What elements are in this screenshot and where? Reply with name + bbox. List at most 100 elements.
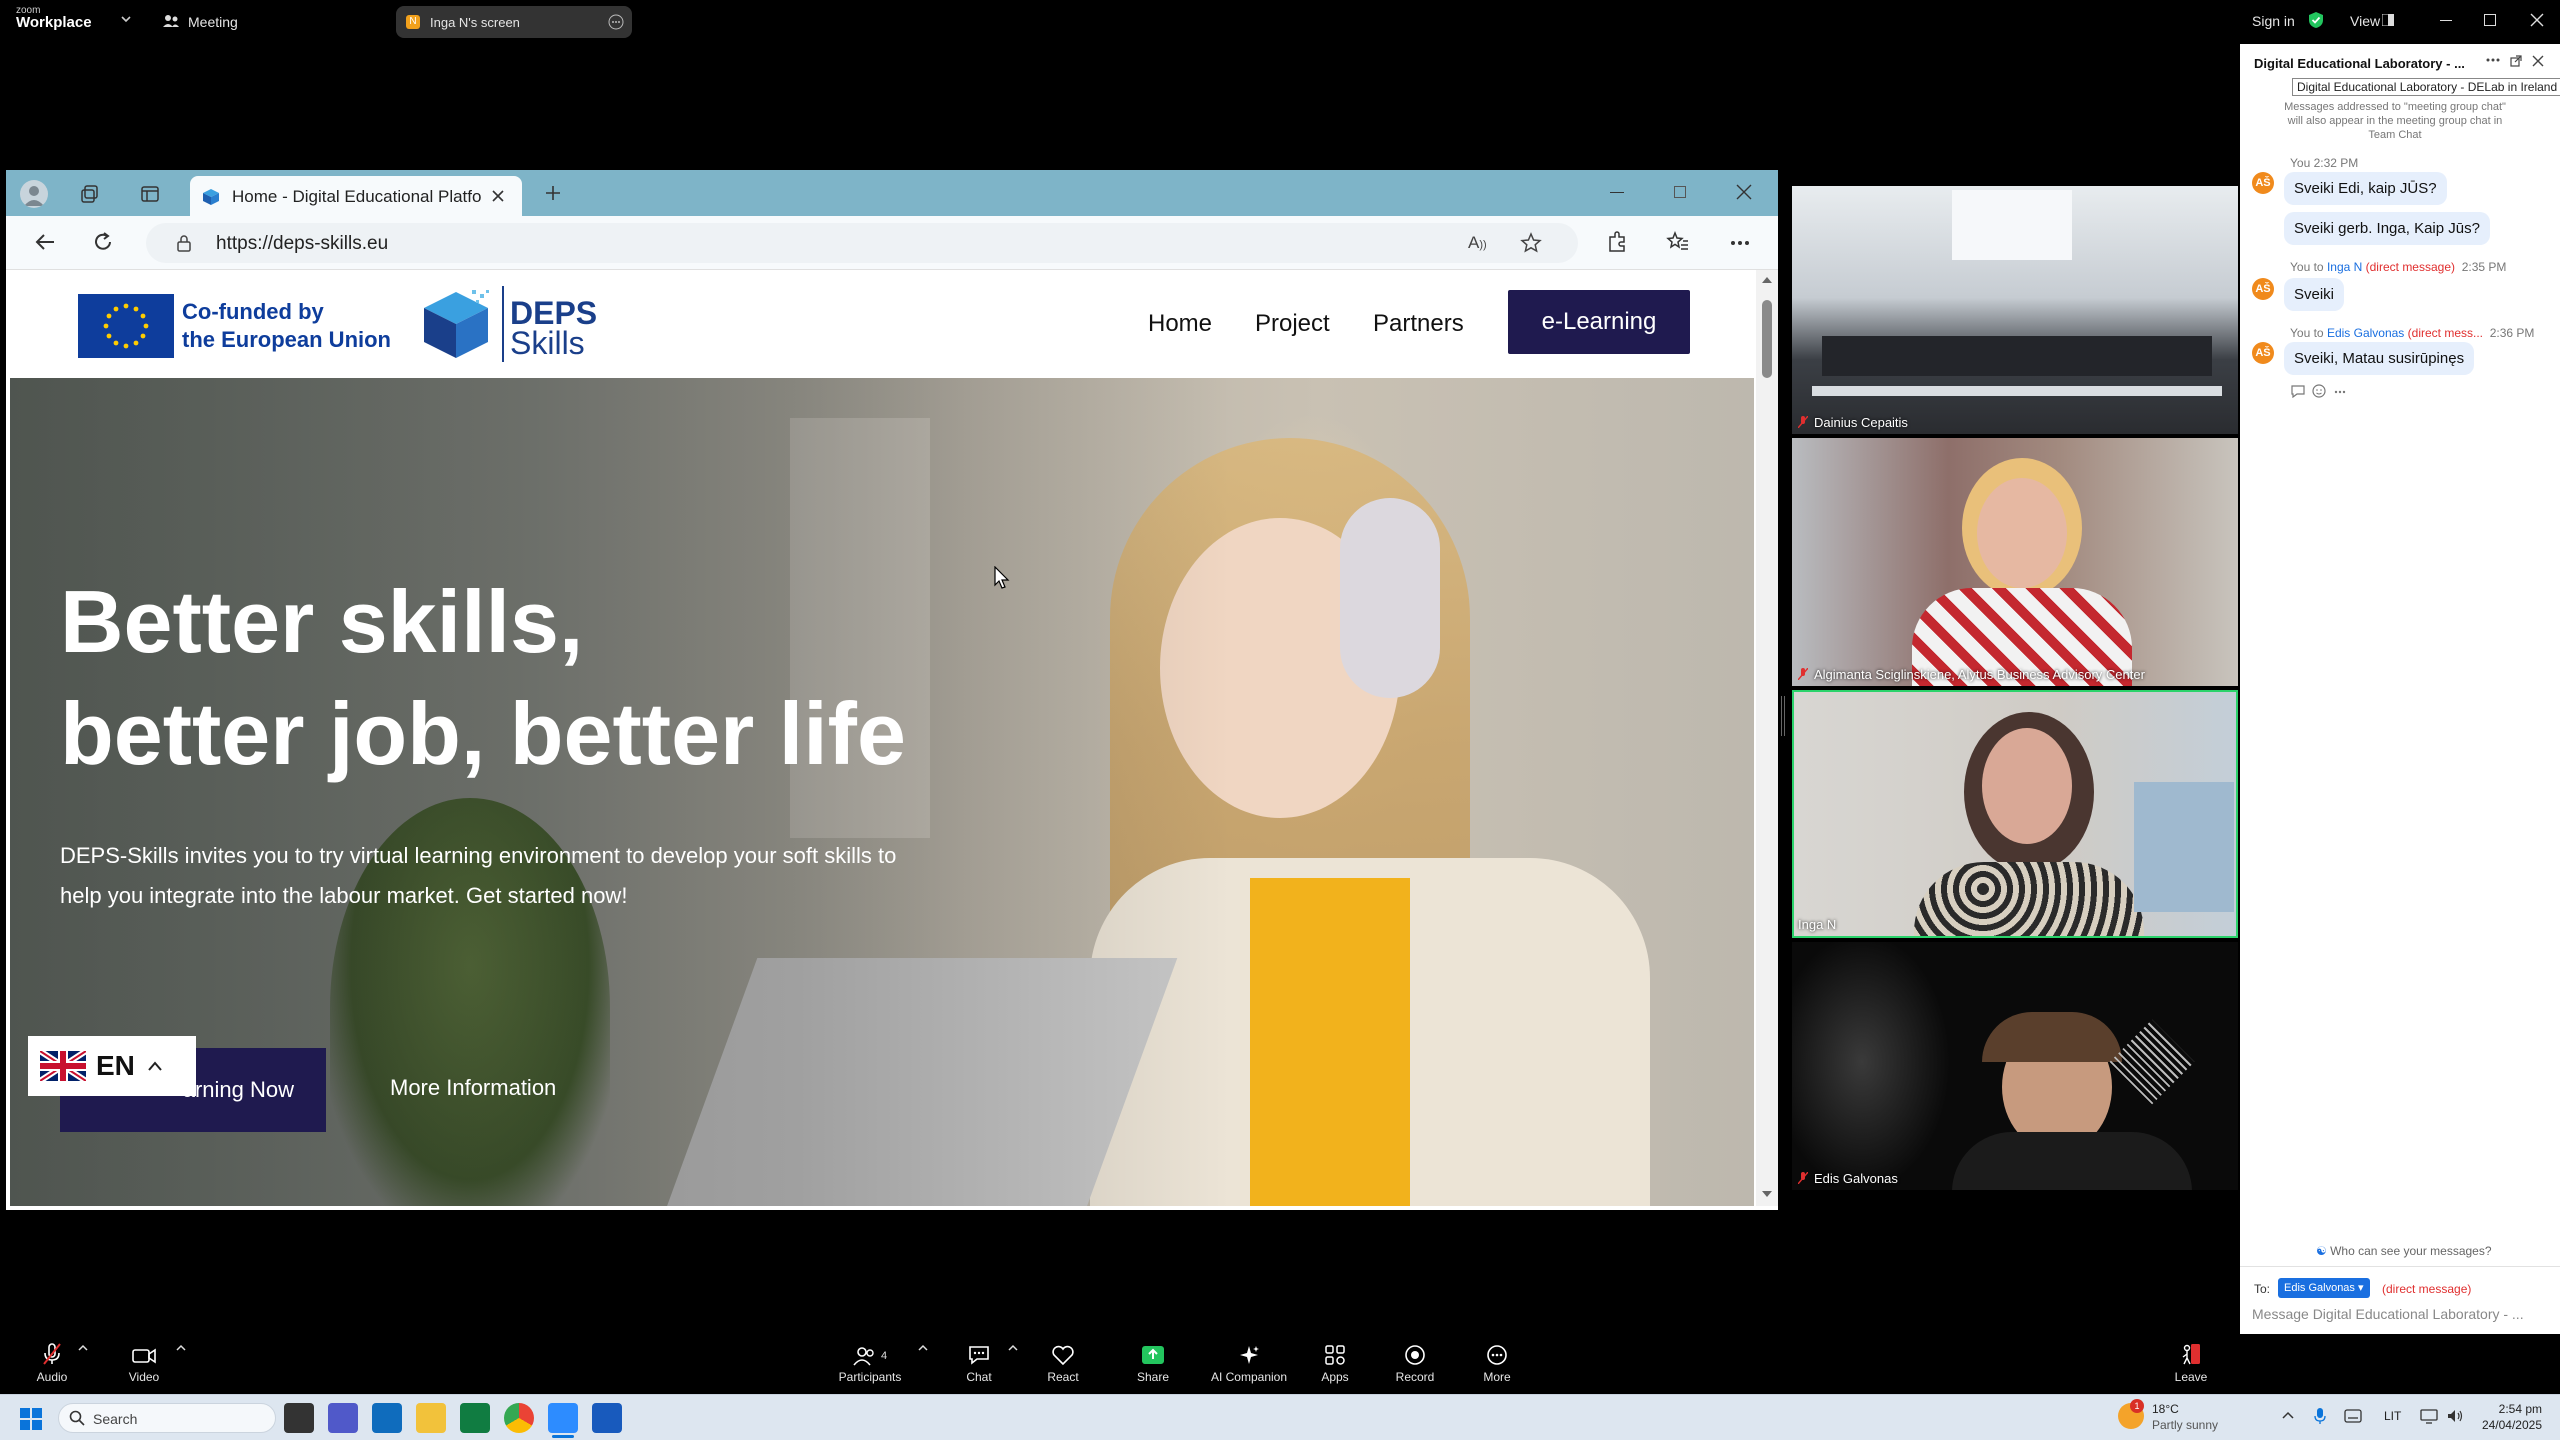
more-button[interactable]: More	[1447, 1334, 1547, 1388]
chat-message[interactable]: Sveiki Edi, kaip JŪS?	[2284, 172, 2447, 205]
excel-icon[interactable]	[460, 1403, 490, 1433]
windows-start-icon[interactable]	[20, 1408, 42, 1430]
address-bar[interactable]: https://deps-skills.eu A))	[146, 223, 1578, 263]
browser-close-icon[interactable]	[1736, 184, 1752, 200]
video-tile-dainius[interactable]: Dainius Cepaitis	[1792, 186, 2238, 434]
message-more-icon[interactable]	[2334, 390, 2346, 394]
zoom-icon[interactable]	[548, 1403, 578, 1433]
reply-icon[interactable]	[2290, 384, 2306, 398]
tab-home[interactable]: Home - Digital Educational Platfo	[190, 176, 522, 216]
scroll-thumb[interactable]	[1762, 300, 1772, 378]
tab-actions-icon[interactable]	[140, 184, 160, 204]
meeting-toolbar: Audio Video 4 Participants Chat React Sh…	[0, 1334, 2560, 1388]
microphone-icon[interactable]	[2314, 1407, 2326, 1425]
workspaces-icon[interactable]	[80, 184, 100, 204]
chat-message[interactable]: Sveiki	[2284, 278, 2345, 311]
close-tab-icon[interactable]	[492, 190, 504, 202]
restore-icon[interactable]	[2484, 14, 2496, 26]
emoji-react-icon[interactable]	[2312, 384, 2326, 398]
video-tile-inga-active-speaker[interactable]: Inga N	[1792, 690, 2238, 938]
teams-icon[interactable]	[328, 1403, 358, 1433]
more-information-link[interactable]: More Information	[390, 1075, 556, 1101]
outlook-icon[interactable]	[372, 1403, 402, 1433]
input-language[interactable]: LIT	[2384, 1409, 2401, 1423]
participants-button[interactable]: 4 Participants	[820, 1334, 920, 1388]
leave-button[interactable]: Leave	[2141, 1334, 2241, 1388]
scroll-up-icon[interactable]	[1761, 276, 1773, 284]
weather-temp: 18°C	[2152, 1402, 2179, 1416]
volume-icon[interactable]	[2446, 1408, 2464, 1424]
shield-check-icon[interactable]	[2308, 11, 2324, 29]
scroll-down-icon[interactable]	[1761, 1190, 1773, 1198]
minimize-icon[interactable]	[2440, 20, 2452, 21]
meta-recipient[interactable]: Edis Galvonas	[2327, 326, 2404, 340]
chat-more-icon[interactable]	[2486, 58, 2500, 62]
message-meta: You to Edis Galvonas (direct mess... 2:3…	[2290, 326, 2534, 340]
chat-message-input[interactable]: Message Digital Educational Laboratory -…	[2252, 1306, 2552, 1332]
keyboard-icon[interactable]	[2344, 1409, 2362, 1423]
panel-resize-handle[interactable]	[1780, 696, 1786, 736]
nav-home[interactable]: Home	[1148, 310, 1212, 338]
nav-partners[interactable]: Partners	[1373, 310, 1464, 338]
ai-companion-button[interactable]: AI Companion	[1199, 1334, 1299, 1388]
sign-in-link[interactable]: Sign in	[2252, 13, 2295, 29]
meta-recipient[interactable]: Inga N	[2327, 260, 2362, 274]
chat-title[interactable]: Digital Educational Laboratory - ...	[2254, 56, 2465, 71]
audio-button[interactable]: Audio	[2, 1334, 102, 1388]
close-chat-icon[interactable]	[2532, 55, 2544, 67]
chat-message[interactable]: Sveiki, Matau susirūpinęs	[2284, 342, 2475, 375]
react-button[interactable]: React	[1013, 1334, 1113, 1388]
reload-icon[interactable]	[92, 231, 114, 253]
screen-share-indicator[interactable]: N Inga N's screen	[396, 6, 632, 38]
extensions-icon[interactable]	[1606, 231, 1628, 253]
mic-muted-icon	[1798, 668, 1808, 680]
read-aloud-icon[interactable]: A))	[1468, 233, 1487, 253]
e-learning-button[interactable]: e-Learning	[1508, 290, 1690, 354]
page-scrollbar[interactable]	[1756, 270, 1778, 1206]
lock-icon[interactable]	[176, 234, 192, 252]
favorites-icon[interactable]	[1666, 231, 1690, 253]
chrome-icon[interactable]	[504, 1403, 534, 1433]
weather-widget[interactable]: 18°C Partly sunny	[2152, 1401, 2218, 1433]
video-label: Video	[128, 1370, 160, 1384]
zoom-brand: Workplace	[16, 14, 92, 31]
chat-message[interactable]: Sveiki gerb. Inga, Kaip Jūs?	[2284, 212, 2490, 245]
favorite-star-icon[interactable]	[1520, 232, 1542, 254]
recipient-dropdown[interactable]: Edis Galvonas ▾	[2278, 1278, 2370, 1298]
new-tab-icon[interactable]	[544, 184, 562, 202]
browser-minimize-icon[interactable]	[1610, 192, 1624, 193]
nav-project[interactable]: Project	[1255, 310, 1330, 338]
task-view-icon[interactable]	[284, 1403, 314, 1433]
chevron-down-icon[interactable]	[120, 14, 132, 24]
share-button[interactable]: Share	[1103, 1334, 1203, 1388]
taskbar-search[interactable]: Search	[58, 1403, 276, 1433]
video-options-chevron-icon[interactable]	[176, 1344, 186, 1352]
deps-logo-cube-icon[interactable]	[418, 286, 494, 362]
clock[interactable]: 2:54 pm 24/04/2025	[2480, 1401, 2542, 1433]
video-tile-edis[interactable]: Edis Galvonas	[1792, 942, 2238, 1190]
view-menu[interactable]: View	[2350, 13, 2380, 29]
browser-menu-icon[interactable]	[1730, 240, 1750, 246]
back-arrow-icon[interactable]	[34, 232, 56, 252]
grid-view-icon[interactable]	[2382, 14, 2394, 26]
file-explorer-icon[interactable]	[416, 1403, 446, 1433]
audio-options-chevron-icon[interactable]	[78, 1344, 88, 1352]
address-bar-row: https://deps-skills.eu A))	[6, 216, 1778, 270]
deps-logo-text[interactable]: DEPS Skills	[510, 297, 597, 359]
video-button[interactable]: Video	[94, 1334, 194, 1388]
word-icon[interactable]	[592, 1403, 622, 1433]
close-icon[interactable]	[2530, 13, 2544, 27]
participants-options-chevron-icon[interactable]	[918, 1344, 928, 1352]
more-options-icon[interactable]	[608, 14, 624, 30]
ceiling-light-decor	[1952, 190, 2072, 260]
pop-out-icon[interactable]	[2510, 55, 2522, 67]
meeting-label[interactable]: Meeting	[188, 14, 238, 30]
who-can-see-link[interactable]: ☯ Who can see your messages?	[2316, 1244, 2492, 1258]
video-tile-algimanta[interactable]: Algimanta Sciglinskiene, Alytus Business…	[1792, 438, 2238, 686]
browser-restore-icon[interactable]	[1674, 186, 1686, 198]
language-switcher[interactable]: EN	[28, 1036, 196, 1096]
network-icon[interactable]	[2420, 1408, 2438, 1424]
profile-avatar-icon[interactable]	[20, 180, 48, 208]
meta-time: 2:35 PM	[2461, 260, 2507, 274]
chevron-up-icon[interactable]	[2282, 1411, 2294, 1419]
